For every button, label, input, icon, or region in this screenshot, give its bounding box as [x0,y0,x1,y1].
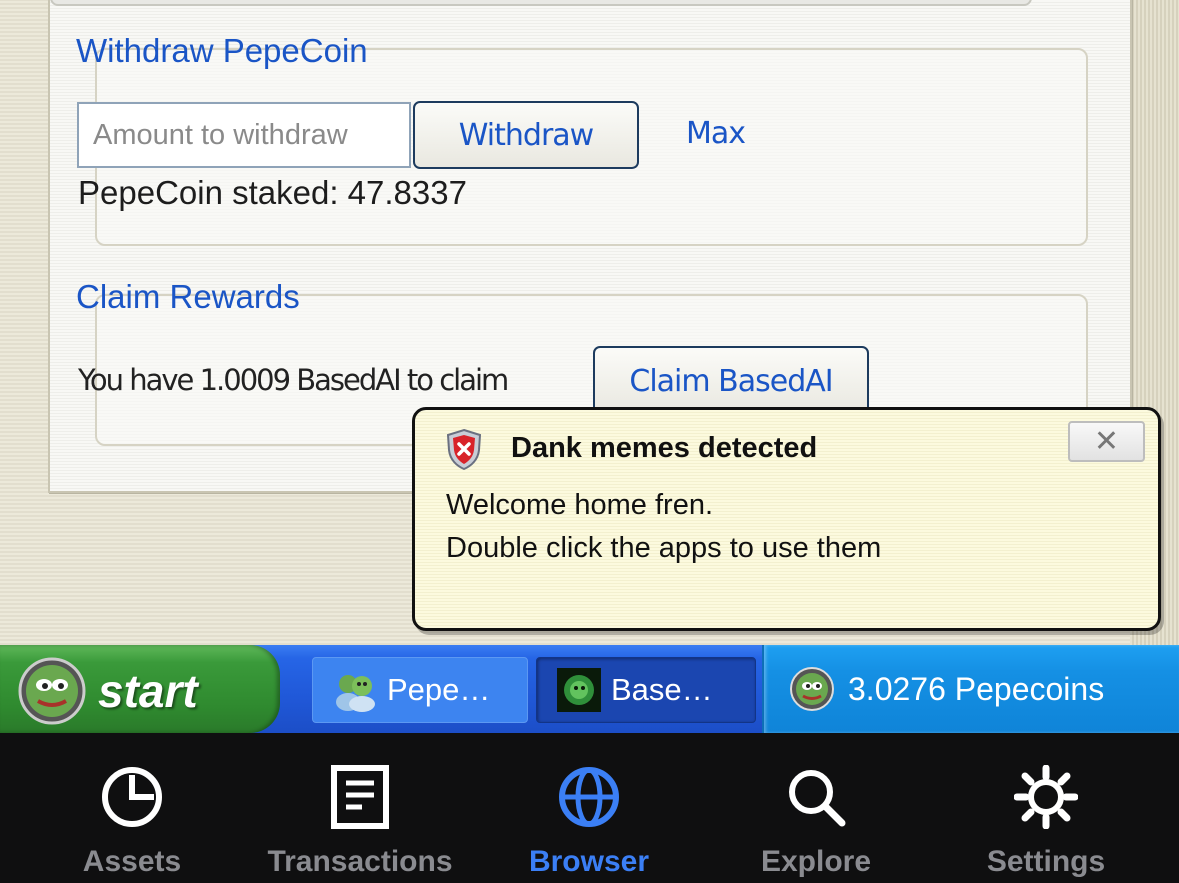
pie-chart-icon [102,767,162,827]
staked-amount-text: PepeCoin staked: 47.8337 [78,174,467,211]
nav-label: Transactions [267,845,453,878]
close-balloon-button[interactable]: ✕ [1068,421,1145,462]
balloon-message-line-1: Welcome home fren. [446,489,714,521]
claim-basedai-button[interactable]: Claim BasedAI [593,346,869,416]
shield-icon [446,428,482,470]
taskbar-item-label: Base… [611,672,713,707]
nav-browser[interactable]: Browser [489,733,689,883]
pepecoin-icon [790,667,834,711]
document-icon [331,765,389,829]
claim-section-title: Claim Rewards [76,278,300,315]
nav-transactions[interactable]: Transactions [260,733,460,883]
taskbar-item-label: Pepe… [387,672,491,707]
basedai-icon [557,668,601,712]
search-icon [789,770,846,827]
withdraw-section-title: Withdraw PepeCoin [76,32,368,69]
window-top-edge [50,0,1032,6]
nav-explore[interactable]: Explore [716,733,916,883]
max-link[interactable]: Max [686,116,746,151]
nav-label: Settings [986,845,1106,878]
pepecoin-balance: 3.0276 Pepecoins [848,671,1105,707]
nav-label: Explore [760,845,872,878]
withdraw-button[interactable]: Withdraw [413,101,639,169]
nav-assets[interactable]: Assets [32,733,232,883]
start-label: start [98,665,198,717]
taskbar-item-basedai[interactable]: Base… [536,657,756,723]
gear-icon [1014,765,1078,829]
balloon-message-line-2: Double click the apps to use them [446,532,882,564]
pepe-coin-logo-icon [18,657,86,725]
balloon-title: Dank memes detected [511,432,818,464]
close-icon: ✕ [1093,425,1120,458]
nav-label: Browser [528,845,650,878]
nav-settings[interactable]: Settings [946,733,1146,883]
globe-icon [559,767,619,827]
taskbar-item-pepe[interactable]: Pepe… [312,657,528,723]
pepe-messenger-icon [336,675,375,712]
nav-label: Assets [82,845,182,878]
amount-to-withdraw-input[interactable] [77,102,411,168]
claim-amount-text: You have 1.0009 BasedAI to claim [78,363,509,397]
